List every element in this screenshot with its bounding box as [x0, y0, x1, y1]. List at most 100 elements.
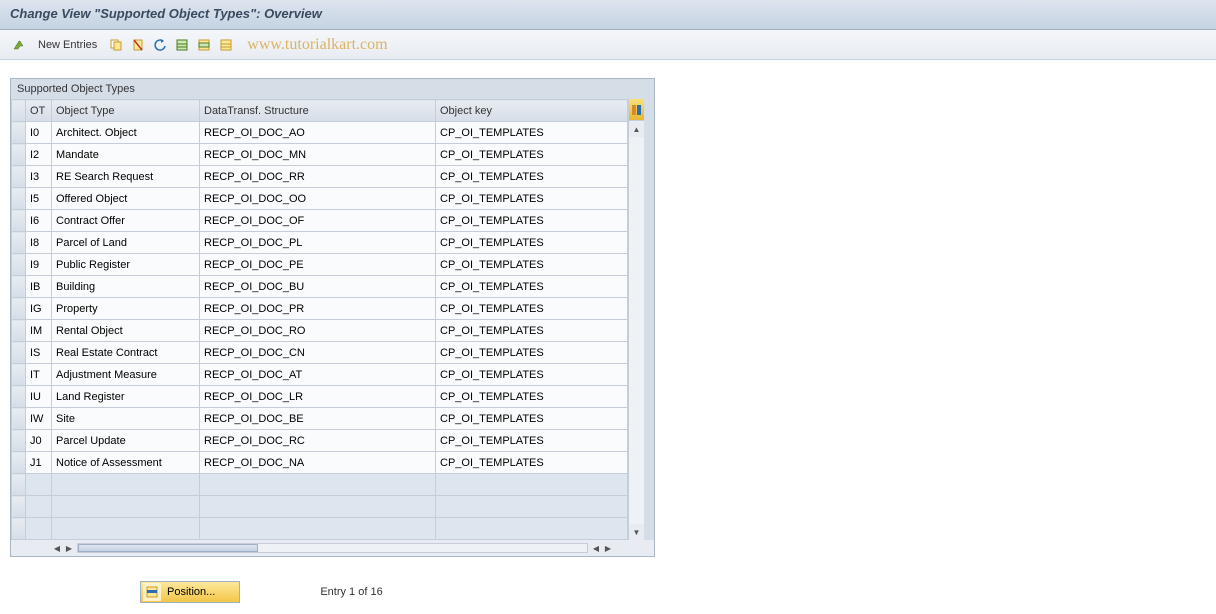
- row-selector[interactable]: [12, 430, 26, 452]
- cell-object-key[interactable]: CP_OI_TEMPLATES: [436, 364, 628, 386]
- row-selector[interactable]: [12, 452, 26, 474]
- cell-ot[interactable]: IT: [26, 364, 52, 386]
- cell-ot[interactable]: IB: [26, 276, 52, 298]
- row-selector[interactable]: [12, 518, 26, 540]
- scroll-right-icon[interactable]: ◀: [590, 544, 602, 553]
- position-button[interactable]: Position...: [140, 581, 240, 603]
- cell-ot[interactable]: I2: [26, 144, 52, 166]
- cell-data-transf[interactable]: RECP_OI_DOC_MN: [200, 144, 436, 166]
- cell-object-key[interactable]: CP_OI_TEMPLATES: [436, 386, 628, 408]
- cell-data-transf[interactable]: RECP_OI_DOC_RO: [200, 320, 436, 342]
- cell-object-key[interactable]: CP_OI_TEMPLATES: [436, 320, 628, 342]
- copy-icon[interactable]: [107, 36, 125, 54]
- row-selector[interactable]: [12, 210, 26, 232]
- row-selector[interactable]: [12, 166, 26, 188]
- cell-empty[interactable]: [436, 474, 628, 496]
- col-header-ot[interactable]: OT: [26, 100, 52, 122]
- cell-object-type[interactable]: Parcel of Land: [52, 232, 200, 254]
- cell-data-transf[interactable]: RECP_OI_DOC_RR: [200, 166, 436, 188]
- cell-object-key[interactable]: CP_OI_TEMPLATES: [436, 166, 628, 188]
- cell-ot[interactable]: I6: [26, 210, 52, 232]
- cell-data-transf[interactable]: RECP_OI_DOC_LR: [200, 386, 436, 408]
- cell-empty[interactable]: [52, 496, 200, 518]
- cell-object-key[interactable]: CP_OI_TEMPLATES: [436, 430, 628, 452]
- row-selector[interactable]: [12, 320, 26, 342]
- cell-object-key[interactable]: CP_OI_TEMPLATES: [436, 342, 628, 364]
- cell-data-transf[interactable]: RECP_OI_DOC_PR: [200, 298, 436, 320]
- scroll-down-icon[interactable]: ▼: [629, 524, 644, 540]
- cell-empty[interactable]: [26, 474, 52, 496]
- row-selector[interactable]: [12, 144, 26, 166]
- cell-empty[interactable]: [200, 496, 436, 518]
- cell-data-transf[interactable]: RECP_OI_DOC_OO: [200, 188, 436, 210]
- scroll-left-icon[interactable]: ◀: [51, 544, 63, 553]
- table-row-empty[interactable]: [12, 518, 628, 540]
- row-selector-header[interactable]: [12, 100, 26, 122]
- row-selector[interactable]: [12, 342, 26, 364]
- table-row[interactable]: J0Parcel UpdateRECP_OI_DOC_RCCP_OI_TEMPL…: [12, 430, 628, 452]
- table-row[interactable]: J1Notice of AssessmentRECP_OI_DOC_NACP_O…: [12, 452, 628, 474]
- cell-data-transf[interactable]: RECP_OI_DOC_PE: [200, 254, 436, 276]
- new-entries-button[interactable]: New Entries: [32, 39, 103, 51]
- table-row[interactable]: I9Public RegisterRECP_OI_DOC_PECP_OI_TEM…: [12, 254, 628, 276]
- cell-data-transf[interactable]: RECP_OI_DOC_OF: [200, 210, 436, 232]
- cell-data-transf[interactable]: RECP_OI_DOC_BE: [200, 408, 436, 430]
- table-row-empty[interactable]: [12, 474, 628, 496]
- table-row[interactable]: I3RE Search RequestRECP_OI_DOC_RRCP_OI_T…: [12, 166, 628, 188]
- table-row[interactable]: I5Offered ObjectRECP_OI_DOC_OOCP_OI_TEMP…: [12, 188, 628, 210]
- cell-empty[interactable]: [52, 474, 200, 496]
- cell-object-key[interactable]: CP_OI_TEMPLATES: [436, 144, 628, 166]
- cell-ot[interactable]: I9: [26, 254, 52, 276]
- cell-object-key[interactable]: CP_OI_TEMPLATES: [436, 452, 628, 474]
- cell-object-key[interactable]: CP_OI_TEMPLATES: [436, 122, 628, 144]
- row-selector[interactable]: [12, 254, 26, 276]
- table-row[interactable]: I8Parcel of LandRECP_OI_DOC_PLCP_OI_TEMP…: [12, 232, 628, 254]
- cell-object-key[interactable]: CP_OI_TEMPLATES: [436, 298, 628, 320]
- cell-object-key[interactable]: CP_OI_TEMPLATES: [436, 276, 628, 298]
- cell-empty[interactable]: [52, 518, 200, 540]
- row-selector[interactable]: [12, 232, 26, 254]
- cell-object-type[interactable]: Notice of Assessment: [52, 452, 200, 474]
- cell-object-key[interactable]: CP_OI_TEMPLATES: [436, 408, 628, 430]
- table-row[interactable]: I6Contract OfferRECP_OI_DOC_OFCP_OI_TEMP…: [12, 210, 628, 232]
- select-all-icon[interactable]: [173, 36, 191, 54]
- cell-ot[interactable]: I0: [26, 122, 52, 144]
- cell-ot[interactable]: IM: [26, 320, 52, 342]
- table-row[interactable]: IWSiteRECP_OI_DOC_BECP_OI_TEMPLATES: [12, 408, 628, 430]
- cell-ot[interactable]: I8: [26, 232, 52, 254]
- cell-data-transf[interactable]: RECP_OI_DOC_RC: [200, 430, 436, 452]
- cell-empty[interactable]: [436, 496, 628, 518]
- undo-icon[interactable]: [151, 36, 169, 54]
- configure-columns-icon[interactable]: [629, 99, 644, 121]
- cell-data-transf[interactable]: RECP_OI_DOC_AO: [200, 122, 436, 144]
- hscroll-thumb[interactable]: [78, 544, 258, 552]
- cell-object-type[interactable]: Offered Object: [52, 188, 200, 210]
- cell-ot[interactable]: J1: [26, 452, 52, 474]
- table-row[interactable]: IGPropertyRECP_OI_DOC_PRCP_OI_TEMPLATES: [12, 298, 628, 320]
- col-header-object-type[interactable]: Object Type: [52, 100, 200, 122]
- row-selector[interactable]: [12, 298, 26, 320]
- cell-data-transf[interactable]: RECP_OI_DOC_AT: [200, 364, 436, 386]
- col-header-object-key[interactable]: Object key: [436, 100, 628, 122]
- select-block-icon[interactable]: [195, 36, 213, 54]
- cell-empty[interactable]: [200, 518, 436, 540]
- table-row[interactable]: ISReal Estate ContractRECP_OI_DOC_CNCP_O…: [12, 342, 628, 364]
- row-selector[interactable]: [12, 188, 26, 210]
- row-selector[interactable]: [12, 122, 26, 144]
- cell-ot[interactable]: J0: [26, 430, 52, 452]
- cell-data-transf[interactable]: RECP_OI_DOC_NA: [200, 452, 436, 474]
- row-selector[interactable]: [12, 474, 26, 496]
- row-selector[interactable]: [12, 408, 26, 430]
- cell-object-key[interactable]: CP_OI_TEMPLATES: [436, 254, 628, 276]
- cell-object-type[interactable]: Mandate: [52, 144, 200, 166]
- cell-ot[interactable]: IW: [26, 408, 52, 430]
- scroll-right2-icon[interactable]: ▶: [602, 544, 614, 553]
- cell-object-type[interactable]: RE Search Request: [52, 166, 200, 188]
- cell-object-type[interactable]: Site: [52, 408, 200, 430]
- table-row[interactable]: I0Architect. ObjectRECP_OI_DOC_AOCP_OI_T…: [12, 122, 628, 144]
- row-selector[interactable]: [12, 364, 26, 386]
- cell-data-transf[interactable]: RECP_OI_DOC_BU: [200, 276, 436, 298]
- hscroll-track[interactable]: [77, 543, 588, 553]
- scroll-up-icon[interactable]: ▲: [629, 121, 644, 137]
- deselect-all-icon[interactable]: [217, 36, 235, 54]
